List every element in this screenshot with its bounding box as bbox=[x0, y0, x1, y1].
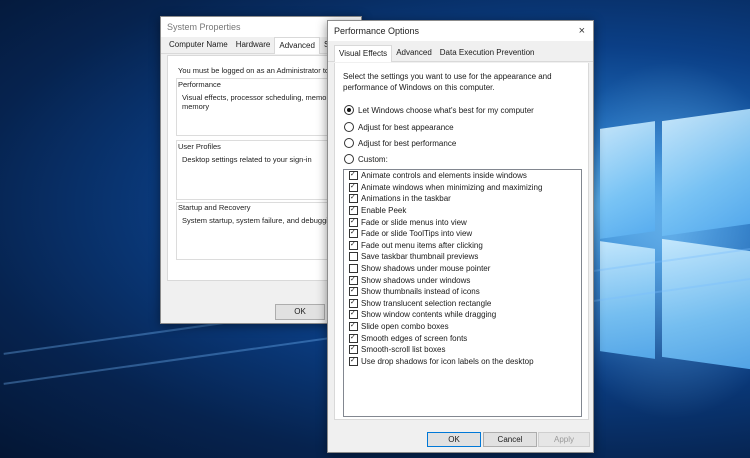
checkbox-checked[interactable] bbox=[349, 287, 358, 297]
wallpaper-window-pane bbox=[600, 241, 655, 359]
effect-label: Fade out menu items after clicking bbox=[361, 240, 483, 250]
effect-label: Fade or slide ToolTips into view bbox=[361, 229, 473, 239]
tab-data-execution-prevention[interactable]: Data Execution Prevention bbox=[436, 45, 539, 60]
radio-button[interactable] bbox=[344, 122, 354, 132]
effect-label: Fade or slide menus into view bbox=[361, 217, 467, 227]
close-icon[interactable]: × bbox=[579, 21, 585, 41]
radio-best-performance[interactable]: Adjust for best performance bbox=[344, 138, 456, 148]
effect-label: Show shadows under mouse pointer bbox=[361, 264, 491, 274]
checkbox-checked[interactable] bbox=[349, 194, 358, 204]
ok-button[interactable]: OK bbox=[427, 432, 481, 447]
checkbox-checked[interactable] bbox=[349, 298, 358, 308]
checkbox-checked[interactable] bbox=[349, 345, 358, 355]
visual-effects-intro: Select the settings you want to use for … bbox=[343, 72, 552, 92]
radio-label: Adjust for best appearance bbox=[358, 122, 454, 132]
effect-list-item[interactable]: Animate windows when minimizing and maxi… bbox=[344, 182, 581, 194]
tab-advanced[interactable]: Advanced bbox=[392, 45, 436, 60]
wallpaper-window-pane bbox=[600, 121, 655, 239]
effect-label: Animate controls and elements inside win… bbox=[361, 171, 527, 181]
effect-list-item[interactable]: Show translucent selection rectangle bbox=[344, 298, 581, 310]
effect-label: Show translucent selection rectangle bbox=[361, 298, 492, 308]
effect-list-item[interactable]: Show shadows under windows bbox=[344, 274, 581, 286]
effect-label: Slide open combo boxes bbox=[361, 322, 449, 332]
radio-button[interactable] bbox=[344, 154, 354, 164]
checkbox-checked[interactable] bbox=[349, 333, 358, 343]
performance-options-title: Performance Options bbox=[328, 21, 593, 41]
effect-list-item[interactable]: Show shadows under mouse pointer bbox=[344, 263, 581, 275]
effect-list-item[interactable]: Animations in the taskbar bbox=[344, 193, 581, 205]
effect-list-item[interactable]: Smooth-scroll list boxes bbox=[344, 344, 581, 356]
startup-recovery-heading: Startup and Recovery bbox=[178, 203, 251, 212]
checkbox-checked[interactable] bbox=[349, 217, 358, 227]
radio-custom[interactable]: Custom: bbox=[344, 154, 388, 164]
checkbox-checked[interactable] bbox=[349, 229, 358, 239]
performance-description-line2: memory bbox=[182, 102, 210, 111]
visual-effects-panel: Select the settings you want to use for … bbox=[334, 63, 589, 420]
effect-label: Animate windows when minimizing and maxi… bbox=[361, 182, 543, 192]
performance-options-tabs: Visual Effects Advanced Data Execution P… bbox=[328, 45, 593, 62]
effect-label: Smooth-scroll list boxes bbox=[361, 345, 446, 355]
effect-label: Save taskbar thumbnail previews bbox=[361, 252, 479, 262]
effect-list-item[interactable]: Enable Peek bbox=[344, 205, 581, 217]
checkbox-checked[interactable] bbox=[349, 275, 358, 285]
admin-note: You must be logged on as an Administrato… bbox=[178, 66, 330, 75]
apply-button[interactable]: Apply bbox=[538, 432, 590, 447]
effect-label: Show window contents while dragging bbox=[361, 310, 497, 320]
checkbox-checked[interactable] bbox=[349, 171, 358, 181]
tab-computer-name[interactable]: Computer Name bbox=[165, 37, 232, 52]
checkbox-checked[interactable] bbox=[349, 322, 358, 332]
effect-label: Smooth edges of screen fonts bbox=[361, 333, 468, 343]
effect-list-item[interactable]: Fade or slide ToolTips into view bbox=[344, 228, 581, 240]
checkbox-checked[interactable] bbox=[349, 240, 358, 250]
radio-label: Custom: bbox=[358, 154, 388, 164]
visual-effects-list[interactable]: Animate controls and elements inside win… bbox=[343, 169, 582, 417]
checkbox-checked[interactable] bbox=[349, 310, 358, 320]
effect-list-item[interactable]: Smooth edges of screen fonts bbox=[344, 332, 581, 344]
effect-label: Animations in the taskbar bbox=[361, 194, 451, 204]
radio-label: Adjust for best performance bbox=[358, 138, 457, 148]
effect-list-item[interactable]: Show thumbnails instead of icons bbox=[344, 286, 581, 298]
radio-button-selected[interactable] bbox=[344, 105, 354, 115]
effect-label: Show shadows under windows bbox=[361, 275, 471, 285]
effect-list-item[interactable]: Slide open combo boxes bbox=[344, 321, 581, 333]
checkbox-unchecked[interactable] bbox=[349, 264, 358, 274]
radio-best-appearance[interactable]: Adjust for best appearance bbox=[344, 122, 454, 132]
startup-recovery-description: System startup, system failure, and debu… bbox=[182, 216, 328, 225]
checkbox-unchecked[interactable] bbox=[349, 252, 358, 262]
effect-label: Enable Peek bbox=[361, 206, 407, 216]
checkbox-checked[interactable] bbox=[349, 182, 358, 192]
checkbox-checked[interactable] bbox=[349, 206, 358, 216]
checkbox-checked[interactable] bbox=[349, 356, 358, 366]
effect-label: Show thumbnails instead of icons bbox=[361, 287, 480, 297]
radio-label: Let Windows choose what's best for my co… bbox=[358, 105, 534, 115]
tab-hardware[interactable]: Hardware bbox=[232, 37, 275, 52]
performance-description: Visual effects, processor scheduling, me… bbox=[182, 93, 327, 102]
user-profiles-description: Desktop settings related to your sign-in bbox=[182, 155, 312, 164]
radio-let-windows-choose[interactable]: Let Windows choose what's best for my co… bbox=[344, 105, 534, 115]
system-properties-ok-button[interactable]: OK bbox=[275, 304, 325, 320]
user-profiles-heading: User Profiles bbox=[178, 142, 221, 151]
performance-heading: Performance bbox=[178, 80, 221, 89]
effect-list-item[interactable]: Save taskbar thumbnail previews bbox=[344, 251, 581, 263]
effect-list-item[interactable]: Show window contents while dragging bbox=[344, 309, 581, 321]
effect-list-item[interactable]: Use drop shadows for icon labels on the … bbox=[344, 356, 581, 368]
effect-list-item[interactable]: Animate controls and elements inside win… bbox=[344, 170, 581, 182]
performance-options-window[interactable]: Performance Options × Visual Effects Adv… bbox=[327, 20, 594, 453]
effect-list-item[interactable]: Fade or slide menus into view bbox=[344, 216, 581, 228]
tab-advanced[interactable]: Advanced bbox=[274, 37, 320, 54]
tab-visual-effects[interactable]: Visual Effects bbox=[334, 45, 393, 62]
effect-list-item[interactable]: Fade out menu items after clicking bbox=[344, 240, 581, 252]
wallpaper-window-pane bbox=[662, 108, 750, 237]
radio-button[interactable] bbox=[344, 138, 354, 148]
cancel-button[interactable]: Cancel bbox=[483, 432, 537, 447]
effect-label: Use drop shadows for icon labels on the … bbox=[361, 356, 534, 366]
